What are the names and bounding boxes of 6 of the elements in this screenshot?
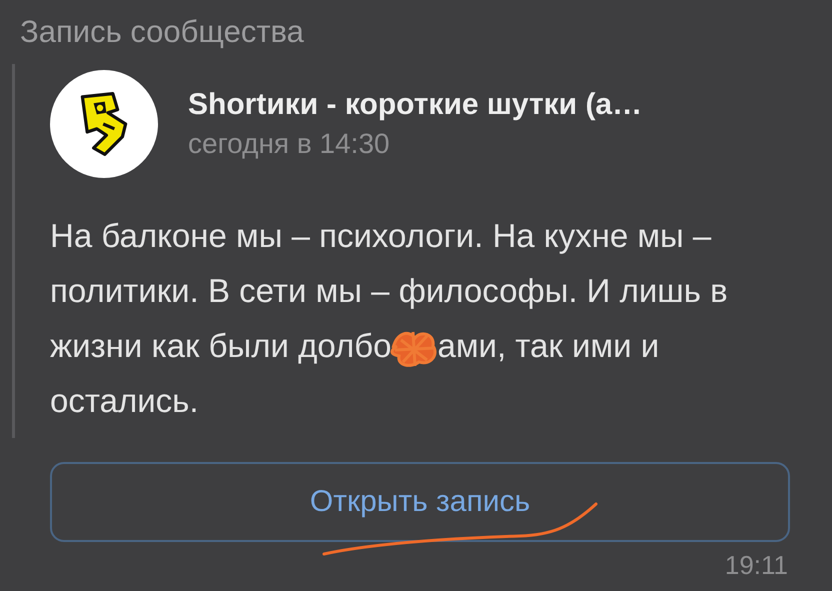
post-date: сегодня в 14:30 [188, 128, 390, 160]
message-header: Запись сообщества [19, 14, 304, 50]
message-time: 19:11 [724, 550, 788, 581]
community-name[interactable]: Shortики - короткие шутки (а… [188, 88, 642, 122]
open-post-button[interactable]: Открыть запись [50, 462, 790, 542]
post-text: На балконе мы – психологи. На кухне мы – политики. В сети мы – философы. И лишь в жизни как были долбо ами, так ими и остались. [50, 216, 729, 421]
